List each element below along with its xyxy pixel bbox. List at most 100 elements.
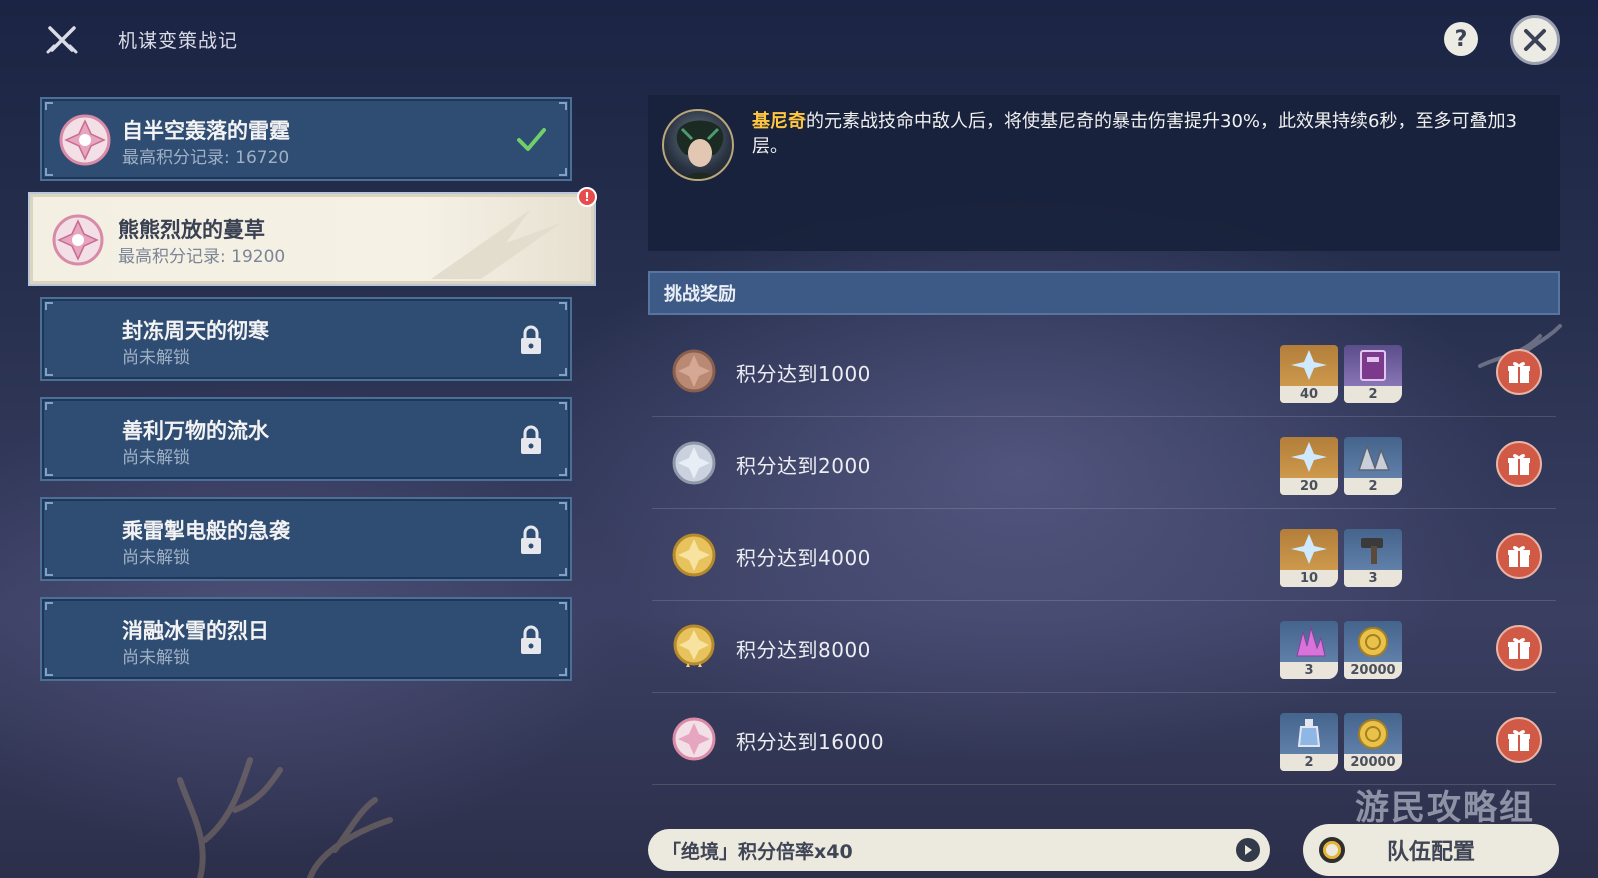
page-title: 机谋变策战记 xyxy=(118,30,239,52)
reward-row: 积分达到2000 20 2 xyxy=(652,417,1556,509)
item-quantity: 2 xyxy=(1344,386,1402,403)
primogem-icon xyxy=(1291,442,1327,472)
question-icon: ? xyxy=(1454,26,1468,52)
challenge-item[interactable]: 自半空轰落的雷霆 最高积分记录: 16720 xyxy=(40,97,572,181)
ore-icon xyxy=(1357,443,1391,471)
gift-icon xyxy=(1508,454,1530,475)
score-multiplier-bar[interactable]: 「绝境」积分倍率x40 xyxy=(648,829,1270,871)
challenge-name: 乘雷掣电般的急袭 xyxy=(122,519,290,543)
item-quantity: 40 xyxy=(1280,386,1338,403)
gift-icon xyxy=(1508,362,1530,383)
challenge-name: 消融冰雪的烈日 xyxy=(122,619,269,643)
challenge-status: 尚未解锁 xyxy=(122,448,190,468)
item-quantity: 3 xyxy=(1344,570,1402,587)
reward-row: 积分达到16000 2 20000 xyxy=(652,693,1556,785)
primogem-icon xyxy=(1291,350,1327,380)
lock-icon xyxy=(521,625,541,654)
lock-icon xyxy=(521,525,541,554)
reward-item[interactable]: 2 xyxy=(1280,713,1338,771)
mora-icon xyxy=(1358,627,1388,657)
reward-item[interactable]: 20 xyxy=(1280,437,1338,495)
pink-medal-icon xyxy=(672,717,716,761)
item-quantity: 20 xyxy=(1280,478,1338,495)
primogem-icon xyxy=(1291,534,1327,564)
character-name: 基尼奇 xyxy=(752,111,806,132)
challenge-name: 善利万物的流水 xyxy=(122,419,269,443)
reward-item[interactable]: 20000 xyxy=(1344,621,1402,679)
gold-plus-medal-icon xyxy=(673,624,715,667)
reward-row: 积分达到8000 3 20000 xyxy=(652,601,1556,693)
skill-description: 基尼奇的元素战技命中敌人后，将使基尼奇的暴击伤害提升30%，此效果持续6秒，至多… xyxy=(752,109,1542,159)
character-avatar xyxy=(662,109,734,181)
item-quantity: 2 xyxy=(1280,754,1338,771)
gift-icon xyxy=(1508,638,1530,659)
gift-icon xyxy=(1508,546,1530,567)
lock-icon xyxy=(521,325,541,354)
challenge-item-active[interactable]: 熊熊烈放的蔓草 最高积分记录: 19200 ! xyxy=(30,187,597,284)
play-arrow-icon xyxy=(1245,845,1252,855)
challenge-item[interactable]: 乘雷掣电般的急袭 尚未解锁 xyxy=(40,497,572,581)
team-setup-button[interactable]: 队伍配置 xyxy=(1303,824,1559,876)
challenge-name: 封冻周天的彻寒 xyxy=(122,319,269,343)
mora-icon xyxy=(1358,719,1388,749)
bronze-medal-icon xyxy=(672,349,716,393)
claim-gift-button[interactable] xyxy=(1496,717,1542,763)
rewards-header: 挑战奖励 xyxy=(648,271,1560,315)
character-portrait-icon xyxy=(676,120,724,179)
challenge-status: 尚未解锁 xyxy=(122,348,190,368)
pink-emblem-icon xyxy=(52,214,104,266)
reward-threshold: 积分达到4000 xyxy=(736,546,871,570)
circle-icon xyxy=(1319,837,1345,863)
challenge-item[interactable]: 善利万物的流水 尚未解锁 xyxy=(40,397,572,481)
challenge-name: 熊熊烈放的蔓草 xyxy=(118,218,265,242)
item-quantity: 20000 xyxy=(1344,754,1402,771)
challenge-status: 尚未解锁 xyxy=(122,648,190,668)
watermark-logo: 游民攻略组 xyxy=(1355,788,1535,828)
challenge-status: 尚未解锁 xyxy=(122,548,190,568)
potion-icon xyxy=(1297,719,1321,747)
reward-threshold: 积分达到2000 xyxy=(736,454,871,478)
claim-gift-button[interactable] xyxy=(1496,625,1542,671)
reward-item[interactable]: 20000 xyxy=(1344,713,1402,771)
reward-threshold: 积分达到1000 xyxy=(736,362,871,386)
multiplier-text: 「绝境」积分倍率x40 xyxy=(662,840,853,863)
reward-item[interactable]: 3 xyxy=(1280,621,1338,679)
close-icon xyxy=(1524,29,1546,51)
claim-gift-button[interactable] xyxy=(1496,441,1542,487)
reward-item[interactable]: 2 xyxy=(1344,437,1402,495)
reward-threshold: 积分达到16000 xyxy=(736,730,885,754)
reward-item[interactable]: 3 xyxy=(1344,529,1402,587)
lightning-decoration-icon xyxy=(431,209,561,279)
close-button[interactable] xyxy=(1510,15,1560,65)
skill-effect-text: 的元素战技命中敌人后，将使基尼奇的暴击伤害提升30%，此效果持续6秒，至多可叠加… xyxy=(752,111,1517,157)
multiplier-arrow-button[interactable] xyxy=(1236,838,1260,862)
new-alert-badge: ! xyxy=(577,187,597,207)
pink-emblem-icon xyxy=(59,114,111,166)
skill-description-panel: 基尼奇的元素战技命中敌人后，将使基尼奇的暴击伤害提升30%，此效果持续6秒，至多… xyxy=(648,95,1560,251)
claim-gift-button[interactable] xyxy=(1496,349,1542,395)
claim-gift-button[interactable] xyxy=(1496,533,1542,579)
item-quantity: 10 xyxy=(1280,570,1338,587)
reward-item[interactable]: 10 xyxy=(1280,529,1338,587)
item-quantity: 20000 xyxy=(1344,662,1402,679)
reward-row: 积分达到1000 40 2 xyxy=(652,325,1556,417)
challenge-score: 最高积分记录: 16720 xyxy=(122,148,290,168)
crossed-swords-icon xyxy=(46,26,78,54)
reward-item[interactable]: 40 xyxy=(1280,345,1338,403)
crystal-icon xyxy=(1296,626,1326,657)
challenge-score: 最高积分记录: 19200 xyxy=(118,247,286,267)
challenge-item[interactable]: 消融冰雪的烈日 尚未解锁 xyxy=(40,597,572,681)
hammer-icon xyxy=(1361,538,1383,564)
reward-row: 积分达到4000 10 3 xyxy=(652,509,1556,601)
reward-item[interactable]: 2 xyxy=(1344,345,1402,403)
gift-icon xyxy=(1508,730,1530,751)
challenge-item[interactable]: 封冻周天的彻寒 尚未解锁 xyxy=(40,297,572,381)
item-quantity: 3 xyxy=(1280,662,1338,679)
silver-medal-icon xyxy=(672,441,716,485)
item-quantity: 2 xyxy=(1344,478,1402,495)
help-button[interactable]: ? xyxy=(1444,22,1478,56)
book-icon xyxy=(1360,350,1386,381)
team-setup-label: 队伍配置 xyxy=(1386,840,1475,865)
checkmark-icon xyxy=(517,128,546,151)
challenge-name: 自半空轰落的雷霆 xyxy=(122,119,290,143)
